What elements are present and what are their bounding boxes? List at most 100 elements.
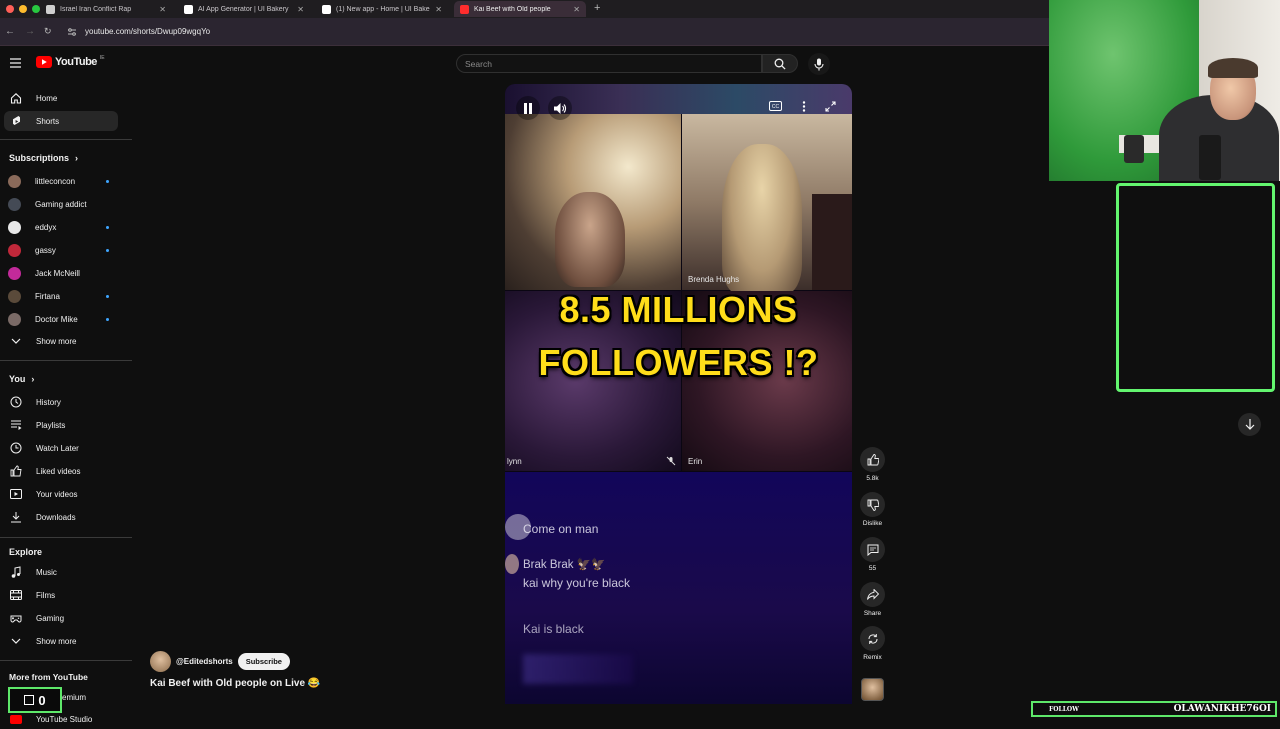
youtube-logo[interactable]: YouTube IE [36, 55, 105, 68]
participant-name: lynn [507, 457, 522, 466]
volume-button[interactable] [548, 96, 572, 120]
browser-tab[interactable]: (1) New app - Home | UI Bakery ✕ [316, 1, 448, 17]
comments-button[interactable] [860, 537, 885, 562]
sidebar-item-label: Watch Later [36, 443, 79, 453]
channel-avatar[interactable] [150, 651, 171, 672]
search-input[interactable]: Search [456, 54, 762, 73]
subscription-item[interactable]: littleconcon [0, 171, 120, 191]
share-label: Share [863, 610, 882, 617]
sidebar-item-your-videos[interactable]: Your videos [0, 484, 120, 504]
pause-button[interactable] [516, 96, 540, 120]
muted-mic-icon [666, 456, 676, 466]
menu-icon[interactable] [10, 58, 21, 68]
short-video-player[interactable]: Brenda Hughs lynn Erin Come on man Brak … [505, 84, 852, 704]
close-tab-icon[interactable]: ✕ [435, 5, 442, 14]
you-heading[interactable]: You › [9, 374, 34, 384]
chat-message: kai why you're black [523, 576, 631, 590]
browser-tab[interactable]: AI App Generator | UI Bakery ✕ [178, 1, 310, 17]
sidebar-item-shorts[interactable]: Shorts [4, 111, 118, 131]
close-tab-icon[interactable]: ✕ [573, 5, 580, 14]
browser-tab[interactable]: Kai Beef with Old people ✕ [454, 1, 586, 17]
subscribe-button[interactable]: Subscribe [237, 653, 290, 670]
subscription-item[interactable]: Jack McNeill [0, 263, 120, 283]
avatar [8, 289, 21, 303]
chat-message: Come on man [523, 522, 599, 536]
window-minimize-icon[interactable] [19, 5, 27, 13]
sidebar-item-playlists[interactable]: Playlists [0, 415, 120, 435]
sidebar-item-downloads[interactable]: Downloads [0, 507, 120, 527]
background-object [812, 194, 852, 290]
like-button[interactable] [860, 447, 885, 472]
avatar [8, 266, 21, 280]
participant-video-host [505, 114, 681, 290]
participant-name: Brenda Hughs [688, 275, 740, 284]
new-content-dot [106, 249, 109, 252]
new-content-dot [106, 318, 109, 321]
search-button[interactable] [762, 54, 798, 73]
sidebar-item-liked-videos[interactable]: Liked videos [0, 461, 120, 481]
more-from-youtube-heading: More from YouTube [9, 672, 88, 682]
close-tab-icon[interactable]: ✕ [159, 5, 166, 14]
voice-search-button[interactable] [808, 53, 830, 75]
divider [0, 139, 132, 140]
follow-label: FOLLOW [1049, 705, 1079, 713]
chat-message: Kai is black [523, 622, 584, 636]
sidebar-item-music[interactable]: Music [0, 562, 120, 582]
remix-button[interactable] [860, 626, 885, 651]
window-close-icon[interactable] [6, 5, 14, 13]
subscriptions-show-more[interactable]: Show more [0, 331, 120, 351]
subscription-item[interactable]: Gaming addict [0, 194, 120, 214]
like-action[interactable]: 5.8k [860, 447, 885, 482]
sidebar-item-gaming[interactable]: Gaming [0, 608, 120, 628]
video-caption-line2: FOLLOWERS !? [538, 342, 819, 383]
divider [0, 537, 132, 538]
share-button[interactable] [860, 582, 885, 607]
person-silhouette [555, 192, 625, 287]
subscription-item[interactable]: Firtana [0, 286, 120, 306]
youtube-wordmark: YouTube [55, 56, 97, 68]
fullscreen-icon[interactable] [825, 101, 836, 112]
sound-thumbnail[interactable] [861, 678, 884, 701]
country-code: IE [99, 55, 105, 61]
share-action[interactable]: Share [860, 582, 885, 617]
your-videos-icon [9, 487, 23, 501]
url-text[interactable]: youtube.com/shorts/Dwup09wgqYo [85, 27, 210, 36]
subscription-item[interactable]: Doctor Mike [0, 309, 120, 329]
more-options-icon[interactable] [802, 101, 806, 112]
counter-overlay: 0 [8, 687, 62, 713]
next-video-button[interactable] [1238, 413, 1261, 436]
sidebar-item-history[interactable]: History [0, 392, 120, 412]
dislike-action[interactable]: Dislike [860, 492, 885, 527]
sidebar-item-label: Jack McNeill [35, 268, 80, 278]
sidebar-item-label: eddyx [35, 222, 57, 232]
comment-count: 55 [868, 565, 877, 572]
captions-icon[interactable]: CC [769, 101, 782, 111]
subscriptions-heading[interactable]: Subscriptions › [9, 153, 78, 163]
divider [0, 660, 132, 661]
sidebar-item-watch-later[interactable]: Watch Later [0, 438, 120, 458]
subscription-item[interactable]: gassy [0, 240, 120, 260]
channel-name[interactable]: @Editedshorts [176, 657, 233, 666]
back-icon[interactable]: ← [5, 26, 15, 37]
tab-title: Israel Iran Conflict Rap [60, 5, 132, 13]
sidebar-item-home[interactable]: Home [0, 88, 120, 108]
dislike-button[interactable] [860, 492, 885, 517]
remix-action[interactable]: Remix [860, 626, 885, 661]
comments-action[interactable]: 55 [860, 537, 885, 572]
close-tab-icon[interactable]: ✕ [297, 5, 304, 14]
sidebar-item-films[interactable]: Films [0, 585, 120, 605]
browser-tab[interactable]: Israel Iran Conflict Rap ✕ [40, 1, 172, 17]
reload-icon[interactable]: ↻ [44, 26, 52, 37]
subscription-item[interactable]: eddyx [0, 217, 120, 237]
chevron-down-icon [9, 334, 23, 348]
favicon-icon [46, 4, 55, 14]
chevron-down-icon [9, 634, 23, 648]
site-settings-icon[interactable] [67, 27, 77, 37]
explore-heading: Explore [9, 547, 43, 557]
forward-icon[interactable]: → [25, 26, 35, 37]
new-tab-button[interactable]: + [594, 2, 600, 14]
window-maximize-icon[interactable] [32, 5, 40, 13]
explore-show-more[interactable]: Show more [0, 631, 120, 651]
sidebar-item-label: Shorts [36, 116, 60, 126]
channel-info: @Editedshorts Subscribe [150, 651, 290, 672]
